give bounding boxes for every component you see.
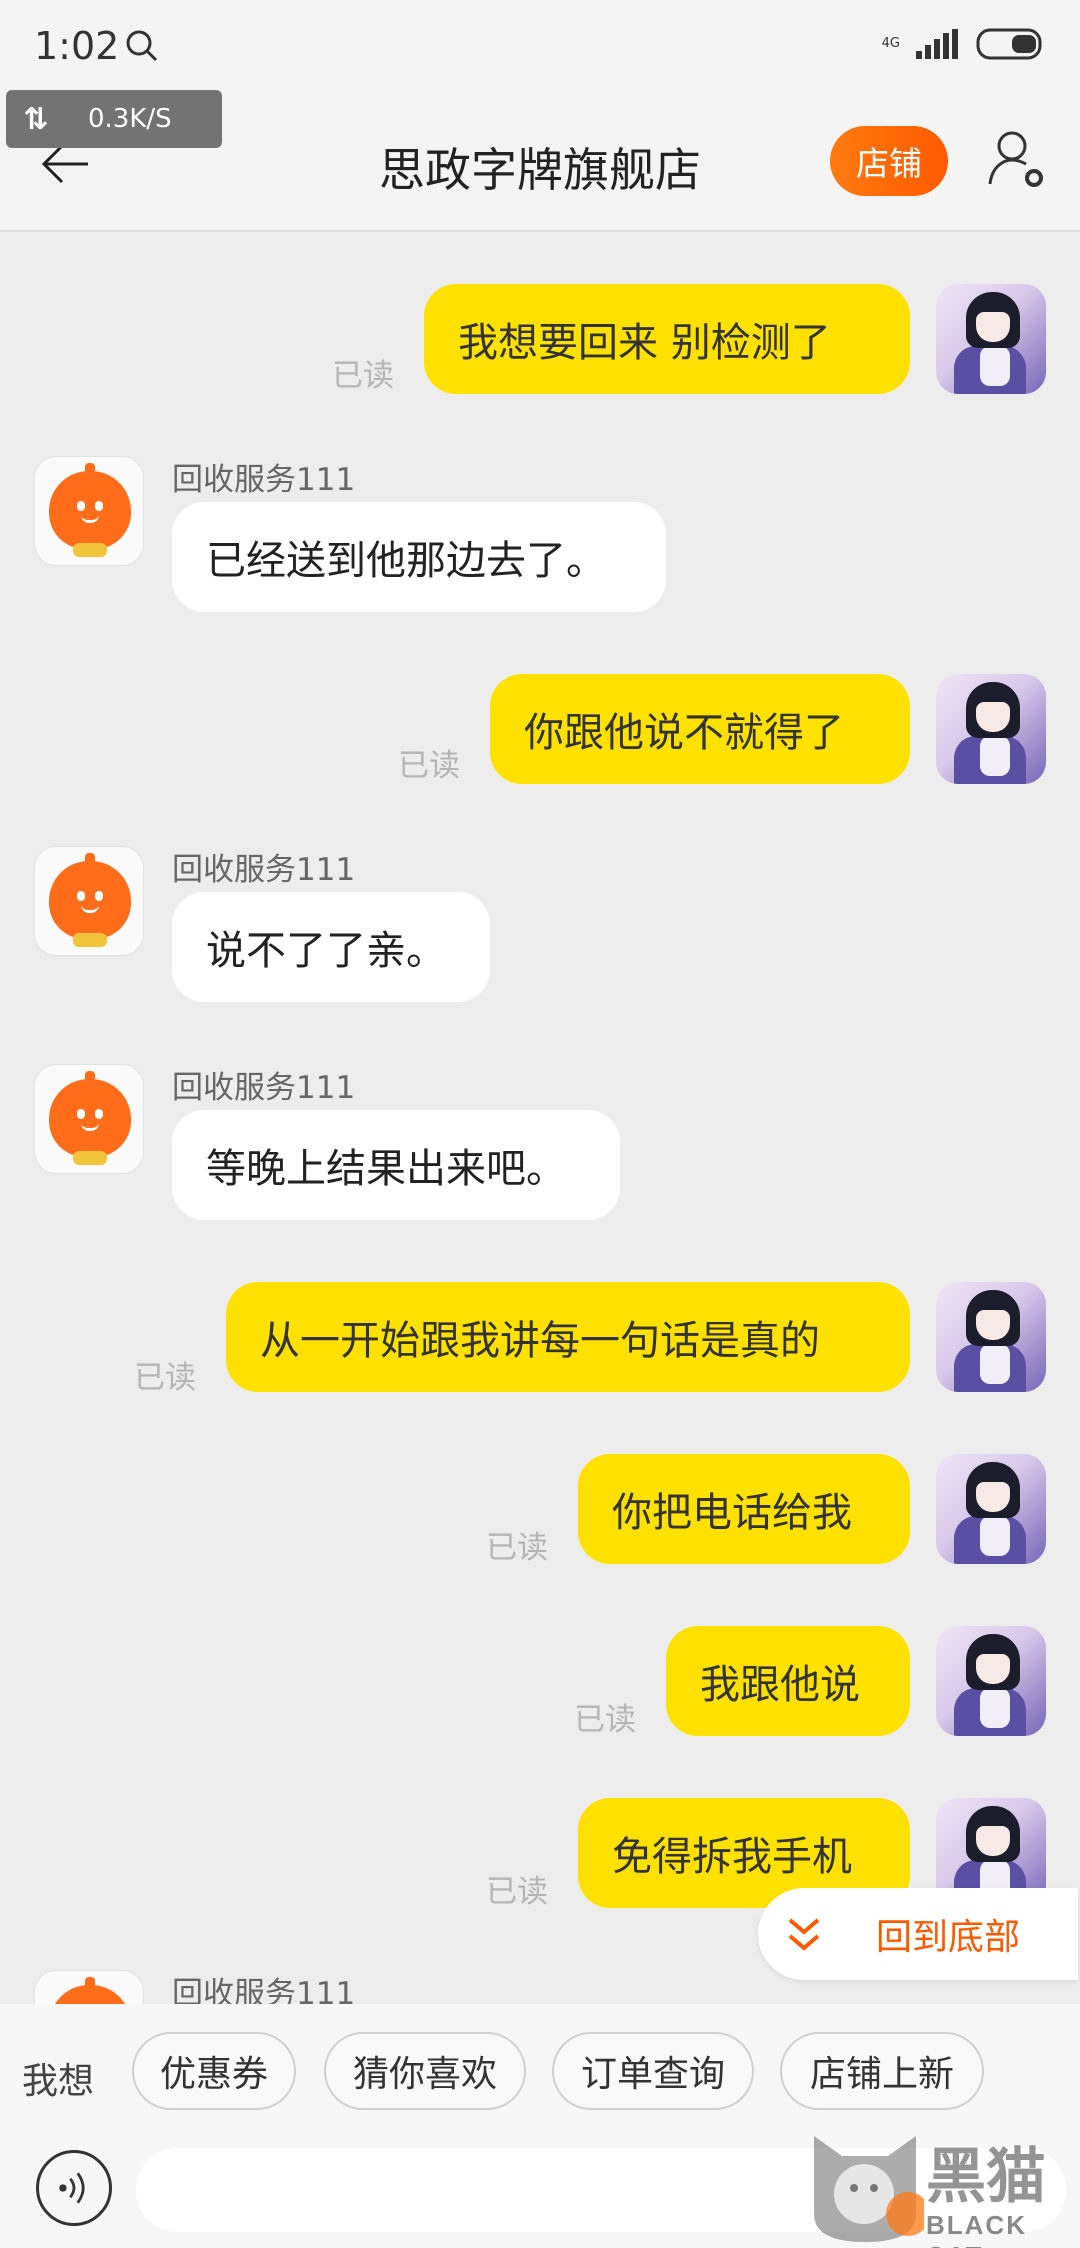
read-receipt: 已读 [398,748,460,784]
quick-chip-recommend[interactable]: 猜你喜欢 [324,2032,526,2110]
my-avatar[interactable] [936,284,1046,394]
shop-avatar[interactable] [34,846,144,956]
read-receipt: 已读 [574,1702,636,1738]
watermark-brand: 黑猫 [926,2142,1046,2212]
shop-button[interactable]: 店铺 [830,126,948,196]
network-speed-indicator: ⇅ 0.3K/S [6,90,222,148]
signal-icon [916,29,958,59]
scroll-to-bottom-label: 回到底部 [876,1917,1021,1958]
scroll-to-bottom-button[interactable]: 回到底部 [758,1888,1078,1980]
network-type: 4G [881,36,900,51]
my-message-bubble[interactable]: 你跟他说不就得了 [490,674,910,784]
quick-actions-lead: 我想 [22,2061,95,2102]
quick-chip-order-query[interactable]: 订单查询 [552,2032,754,2110]
shop-message-bubble[interactable]: 已经送到他那边去了。 [172,502,666,612]
read-receipt: 已读 [486,1530,548,1566]
my-avatar[interactable] [936,1454,1046,1564]
data-transfer-icon: ⇅ [23,101,49,137]
sender-name: 回收服务111 [172,462,356,498]
status-bar: 1:02 4G [0,0,1080,96]
watermark-text: BLACK CAT [926,2210,1027,2248]
my-avatar[interactable] [936,1282,1046,1392]
shop-avatar[interactable] [34,456,144,566]
my-avatar[interactable] [936,674,1046,784]
chat-message-list[interactable]: 已读 我想要回来 别检测了 回收服务111 已经送到他那边去了。 已读 你跟他说… [0,234,1080,2004]
sender-name: 回收服务111 [172,1976,356,2004]
battery-icon [976,28,1042,60]
status-icons: 4G [882,28,1046,60]
sender-name: 回收服务111 [172,1070,356,1106]
double-chevron-down-icon [788,1918,820,1951]
status-time: 1:02 [34,24,120,68]
shop-message-bubble[interactable]: 说不了了亲。 [172,892,490,1002]
shop-message-bubble[interactable]: 等晚上结果出来吧。 [172,1110,620,1220]
my-message-bubble[interactable]: 我跟他说 [666,1626,910,1736]
shop-avatar[interactable] [34,1064,144,1174]
search-icon [126,30,158,62]
read-receipt: 已读 [134,1360,196,1396]
my-message-bubble[interactable]: 从一开始跟我讲每一句话是真的 [226,1282,910,1392]
user-settings-icon[interactable] [982,126,1048,192]
voice-input-icon[interactable] [36,2150,112,2226]
black-cat-logo-icon [814,2136,924,2242]
quick-chip-coupon[interactable]: 优惠券 [132,2032,296,2110]
quick-actions-bar: 我想 优惠券 猜你喜欢 订单查询 店铺上新 [0,2004,1080,2140]
quick-chip-new-arrivals[interactable]: 店铺上新 [780,2032,984,2110]
my-message-bubble[interactable]: 我想要回来 别检测了 [424,284,910,394]
read-receipt: 已读 [332,358,394,394]
my-message-bubble[interactable]: 你把电话给我 [578,1454,910,1564]
my-avatar[interactable] [936,1626,1046,1736]
black-cat-watermark: 黑猫 BLACK CAT [806,2122,1080,2248]
shop-avatar[interactable] [34,1970,144,2004]
read-receipt: 已读 [486,1874,548,1910]
sender-name: 回收服务111 [172,852,356,888]
network-speed: 0.3K/S [88,104,172,134]
